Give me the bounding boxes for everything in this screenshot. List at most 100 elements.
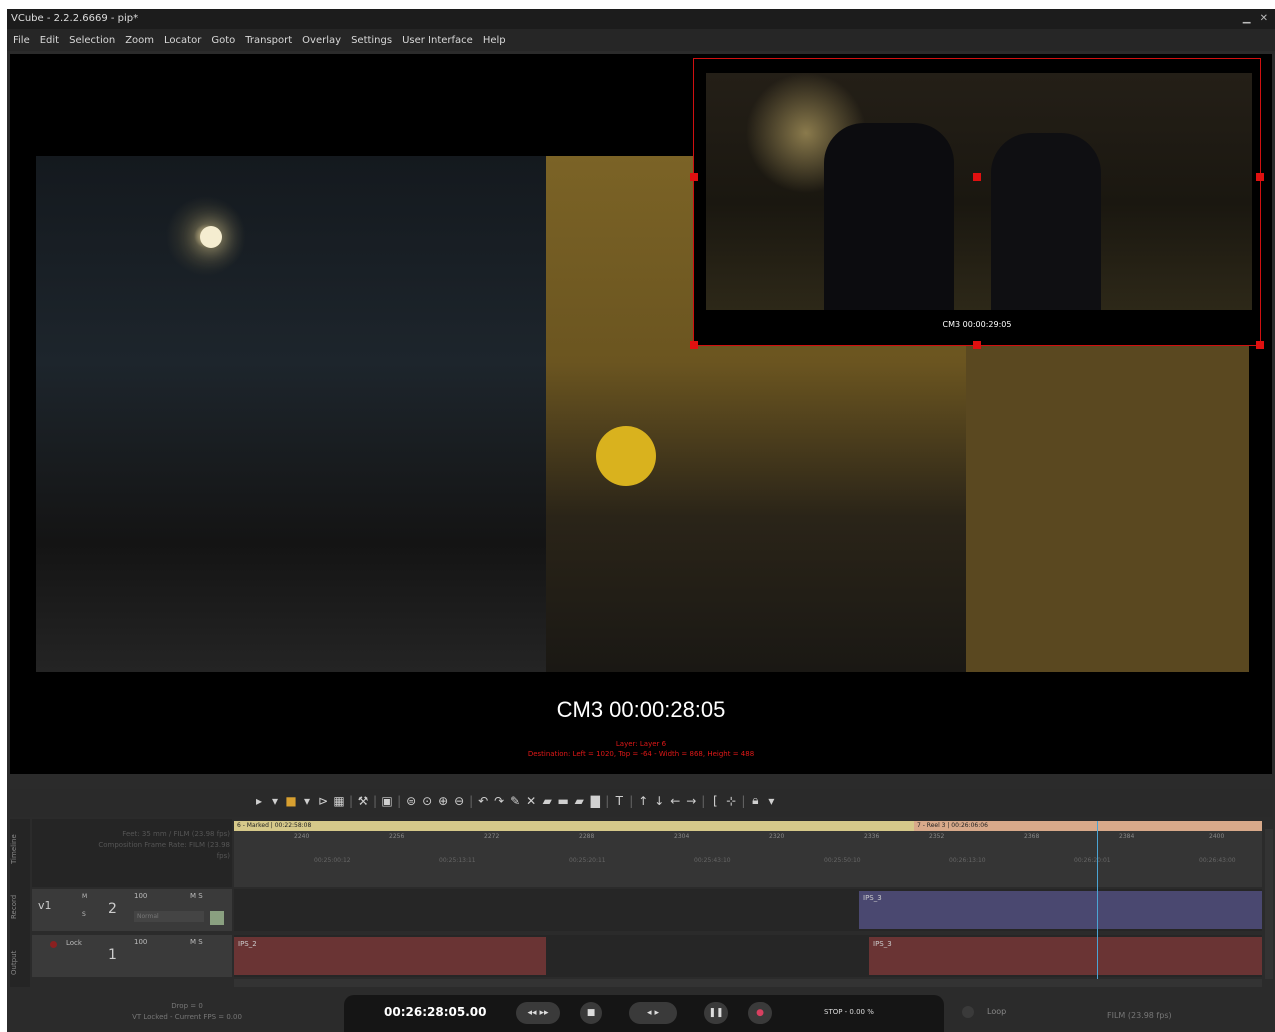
horizontal-scrollbar[interactable] — [234, 979, 1262, 987]
rewind-ffwd-group[interactable]: ◂◂ ▸▸ — [516, 1002, 560, 1024]
menu-selection[interactable]: Selection — [69, 35, 115, 46]
lock-icon[interactable]: 🔒︎ — [749, 793, 761, 808]
arrow-right-icon[interactable]: → — [685, 794, 697, 808]
transport-timecode[interactable]: 00:26:28:05.00 — [384, 1005, 486, 1019]
stop-button[interactable]: ■ — [580, 1002, 602, 1024]
zoom-in-icon[interactable]: ⊕ — [437, 794, 449, 808]
folder-dropdown-icon[interactable]: ▾ — [269, 794, 281, 808]
mute-label[interactable]: M — [190, 938, 196, 946]
lock-dropdown-icon[interactable]: ▾ — [765, 794, 777, 808]
clip-ips3-top[interactable]: IPS_3 — [859, 891, 1262, 929]
mute-label[interactable]: M — [190, 892, 196, 900]
solo-label[interactable]: S — [198, 938, 202, 946]
track-lane-v1[interactable]: IPS_3 — [234, 889, 1262, 931]
tab-timeline[interactable]: Timeline — [10, 823, 30, 875]
fill-icon[interactable]: ▇ — [589, 794, 601, 808]
lock-toggle[interactable]: Lock — [66, 939, 82, 947]
track-mute-solo[interactable]: M S — [190, 938, 203, 946]
toolbar-separator: | — [469, 793, 474, 808]
pip-handle-center[interactable] — [973, 173, 981, 181]
menu-user-interface[interactable]: User Interface — [402, 35, 473, 46]
redo-icon[interactable]: ↷ — [493, 794, 505, 808]
pip-window[interactable]: CM3 00:00:29:05 — [690, 58, 1264, 349]
video-viewer[interactable]: CM3 00:00:28:05 Layer: Layer 6 Destinati… — [10, 54, 1272, 774]
track-color-swatch[interactable] — [210, 911, 224, 925]
tab-output[interactable]: Output — [10, 939, 30, 987]
zoom-reset-icon[interactable]: ⊙ — [421, 794, 433, 808]
arrow-left-icon[interactable]: ← — [669, 794, 681, 808]
menu-transport[interactable]: Transport — [245, 35, 292, 46]
menu-goto[interactable]: Goto — [211, 35, 235, 46]
tc-label: 00:25:50:10 — [824, 857, 861, 864]
record-icon: ● — [756, 1008, 764, 1018]
track-opacity[interactable]: 100 — [134, 892, 147, 900]
arrow-up-icon[interactable]: ↑ — [637, 794, 649, 808]
track-lane-1[interactable]: IPS_2 IPS_3 — [234, 935, 1262, 977]
menu-edit[interactable]: Edit — [40, 35, 59, 46]
grid-icon[interactable]: ▦ — [333, 794, 345, 808]
play-split-icon[interactable]: ⊳ — [317, 794, 329, 808]
toolbar-separator: | — [349, 793, 354, 808]
record-dot-icon[interactable] — [50, 941, 57, 948]
clip-ips2[interactable]: IPS_2 — [234, 937, 546, 975]
arrow-down-icon[interactable]: ↓ — [653, 794, 665, 808]
pause-icon: ❚❚ — [708, 1008, 724, 1018]
track-opacity[interactable]: 100 — [134, 938, 147, 946]
text-icon[interactable]: T — [613, 794, 625, 808]
reel-marker-6[interactable]: 6 - Marked | 00:22:58:08 — [234, 821, 914, 831]
tick-label: 2240 — [294, 833, 310, 840]
pip-handle-bottom-right[interactable] — [1256, 341, 1264, 349]
split-icon[interactable]: ⊹ — [725, 794, 737, 808]
pip-handle-left[interactable] — [690, 173, 698, 181]
marker-dropdown-icon[interactable]: ▾ — [301, 794, 313, 808]
bracket-icon[interactable]: [ — [709, 794, 721, 808]
overwrite-icon[interactable]: ▰ — [573, 794, 585, 808]
step-group[interactable]: ◂ ▸ — [629, 1002, 677, 1024]
rewind-icon[interactable]: ◂◂ — [528, 1008, 537, 1018]
menu-help[interactable]: Help — [483, 35, 506, 46]
pencil-icon[interactable]: ✎ — [509, 794, 521, 808]
marker-icon[interactable]: ■ — [285, 794, 297, 808]
track-mute-solo[interactable]: M S — [190, 892, 203, 900]
track-header-1[interactable]: Lock 1 100 M S — [32, 935, 232, 977]
loop-toggle[interactable] — [962, 1006, 974, 1018]
fast-forward-icon[interactable]: ▸▸ — [539, 1008, 548, 1018]
reel-marker-7[interactable]: 7 - Reel 3 | 00:26:06:06 — [914, 821, 1262, 831]
main-timecode: CM3 00:00:28:05 — [556, 697, 726, 722]
step-forward-icon[interactable]: ▸ — [654, 1008, 659, 1018]
tools-icon[interactable]: ⚒ — [357, 794, 369, 808]
timeline-ruler[interactable]: 6 - Marked | 00:22:58:08 7 - Reel 3 | 00… — [234, 821, 1262, 887]
tab-record[interactable]: Record — [10, 881, 30, 933]
pip-handle-bottom[interactable] — [973, 341, 981, 349]
side-tabs: Timeline Record Output — [10, 819, 30, 987]
save-icon[interactable]: ▣ — [381, 794, 393, 808]
zoom-fit-icon[interactable]: ⊜ — [405, 794, 417, 808]
playhead[interactable] — [1097, 821, 1098, 979]
track-header-v1[interactable]: v1 M S 2 100 M S Normal — [32, 889, 232, 931]
menu-locator[interactable]: Locator — [164, 35, 201, 46]
undo-icon[interactable]: ↶ — [477, 794, 489, 808]
cut-icon[interactable]: ✕ — [525, 794, 537, 808]
menu-file[interactable]: File — [13, 35, 30, 46]
folder-icon[interactable]: ▸ — [253, 794, 265, 808]
tc-label: 00:26:13:10 — [949, 857, 986, 864]
insert-icon[interactable]: ▬ — [557, 794, 569, 808]
pause-button[interactable]: ❚❚ — [704, 1002, 728, 1024]
step-back-icon[interactable]: ◂ — [647, 1008, 652, 1018]
timeline-info: Feet: 35 mm / FILM (23.98 fps) Compositi… — [32, 819, 232, 887]
blend-mode-select[interactable]: Normal — [134, 911, 204, 922]
clip-ips3-bottom[interactable]: IPS_3 — [869, 937, 1262, 975]
mute-toggle[interactable]: M — [82, 893, 87, 900]
pip-handle-bottom-left[interactable] — [690, 341, 698, 349]
menu-zoom[interactable]: Zoom — [125, 35, 154, 46]
eraser-icon[interactable]: ▰ — [541, 794, 553, 808]
vertical-scrollbar[interactable] — [1265, 829, 1273, 979]
zoom-out-icon[interactable]: ⊖ — [453, 794, 465, 808]
solo-toggle[interactable]: S — [82, 911, 86, 918]
window-controls[interactable]: ▁ ✕ — [1243, 9, 1271, 29]
record-button[interactable]: ● — [748, 1002, 772, 1024]
pip-handle-right[interactable] — [1256, 173, 1264, 181]
menu-settings[interactable]: Settings — [351, 35, 392, 46]
menu-overlay[interactable]: Overlay — [302, 35, 341, 46]
solo-label[interactable]: S — [198, 892, 202, 900]
